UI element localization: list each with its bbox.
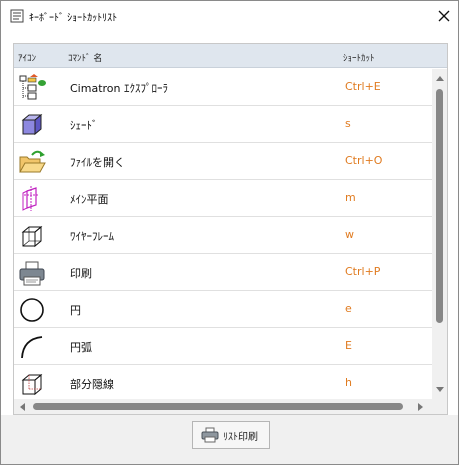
list-header: ｱｲｺﾝ ｺﾏﾝﾄﾞ 名 ｼｮｰﾄｶｯﾄ (14, 44, 447, 68)
list-item[interactable]: 部分隠線 h (14, 365, 432, 402)
command-name: ﾜｲﾔｰﾌﾚｰﾑ (70, 230, 114, 243)
scroll-right-icon[interactable] (417, 403, 424, 411)
dialog-footer: ﾘｽﾄ印刷 (1, 415, 458, 464)
command-name: 円弧 (70, 341, 92, 354)
print-list-button[interactable]: ﾘｽﾄ印刷 (192, 421, 270, 449)
shortcut-key: m (345, 191, 356, 204)
printer-icon (201, 427, 219, 443)
shortcut-key: e (345, 302, 352, 315)
command-name: 部分隠線 (70, 378, 114, 391)
print-list-label: ﾘｽﾄ印刷 (223, 431, 258, 443)
window-title: ｷｰﾎﾞｰﾄﾞ ｼｮｰﾄｶｯﾄﾘｽﾄ (29, 13, 118, 24)
shortcut-key: w (345, 228, 354, 241)
list-item[interactable]: ﾌｧｲﾙを開く Ctrl+O (14, 143, 432, 180)
command-name: Cimatron ｴｸｽﾌﾟﾛｰﾗ (70, 82, 168, 95)
list-item[interactable]: 印刷 Ctrl+P (14, 254, 432, 291)
wireframe-cube-icon (21, 225, 43, 248)
shortcut-key: Ctrl+O (345, 154, 383, 167)
column-header-shortcut[interactable]: ｼｮｰﾄｶｯﾄ (343, 51, 375, 64)
list-item[interactable]: 円弧 E (14, 328, 432, 365)
scroll-down-icon[interactable] (436, 385, 444, 393)
shade-cube-icon (21, 113, 43, 136)
command-name: ﾒｲﾝ平面 (70, 193, 109, 206)
command-name: 印刷 (70, 267, 92, 280)
circle-icon (20, 298, 44, 322)
column-header-command[interactable]: ｺﾏﾝﾄﾞ 名 (68, 51, 102, 64)
close-icon (438, 10, 449, 22)
title-bar: ｷｰﾎﾞｰﾄﾞ ｼｮｰﾄｶｯﾄﾘｽﾄ (1, 1, 458, 31)
list-item[interactable]: ｼｪｰﾄﾞ s (14, 106, 432, 143)
command-name: 円 (70, 304, 81, 317)
shortcut-key: E (345, 339, 352, 352)
shortcut-list-icon (10, 9, 24, 23)
shortcut-key: Ctrl+P (345, 265, 381, 278)
keyboard-shortcut-dialog: ｷｰﾎﾞｰﾄﾞ ｼｮｰﾄｶｯﾄﾘｽﾄ ｱｲｺﾝ ｺﾏﾝﾄﾞ 名 ｼｮｰﾄｶｯﾄ (0, 0, 459, 465)
scroll-left-icon[interactable] (19, 403, 26, 411)
command-name: ﾌｧｲﾙを開く (70, 156, 125, 169)
horizontal-scrollbar[interactable] (14, 399, 432, 414)
scroll-up-icon[interactable] (436, 75, 444, 83)
list-item[interactable]: Cimatron ｴｸｽﾌﾟﾛｰﾗ Ctrl+E (14, 69, 432, 106)
open-folder-icon (19, 150, 46, 173)
shortcut-key: h (345, 376, 352, 389)
main-plane-icon (22, 186, 39, 211)
horizontal-scroll-thumb[interactable] (33, 403, 403, 410)
list-item[interactable]: ﾒｲﾝ平面 m (14, 180, 432, 217)
list-item[interactable]: ﾜｲﾔｰﾌﾚｰﾑ w (14, 217, 432, 254)
vertical-scroll-thumb[interactable] (436, 89, 443, 323)
cimatron-explorer-icon (19, 74, 46, 100)
list-item[interactable]: 円 e (14, 291, 432, 328)
shortcut-key: s (345, 117, 351, 130)
arc-icon (21, 336, 43, 359)
shortcut-key: Ctrl+E (345, 80, 381, 93)
close-button[interactable] (429, 1, 458, 31)
scrollbar-corner (432, 399, 447, 414)
shortcut-list[interactable]: ｱｲｺﾝ ｺﾏﾝﾄﾞ 名 ｼｮｰﾄｶｯﾄ Cimatron ｴｸｽﾌﾟﾛｰﾗ C… (13, 43, 448, 415)
partial-hidden-line-icon (21, 373, 43, 396)
vertical-scrollbar[interactable] (432, 69, 447, 399)
command-name: ｼｪｰﾄﾞ (70, 119, 98, 132)
column-header-icon[interactable]: ｱｲｺﾝ (18, 51, 36, 64)
printer-icon (19, 261, 45, 286)
